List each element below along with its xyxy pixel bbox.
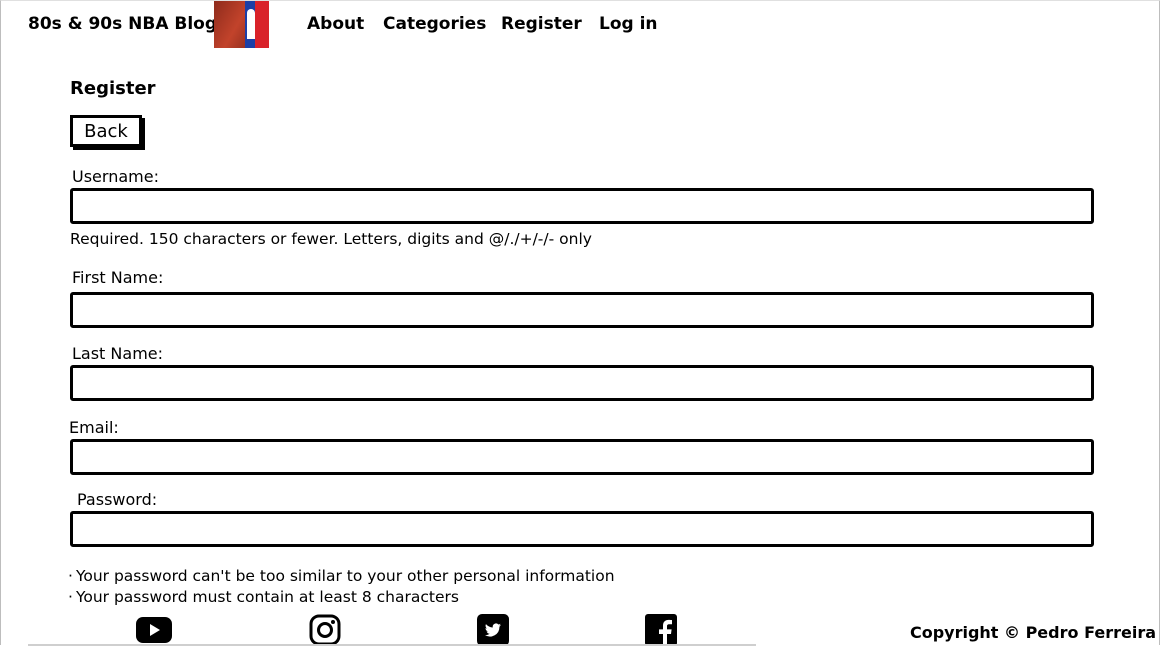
email-label: Email: bbox=[69, 418, 119, 437]
username-field[interactable] bbox=[70, 188, 1094, 224]
facebook-icon[interactable] bbox=[643, 614, 679, 646]
last-name-field[interactable] bbox=[70, 365, 1094, 401]
instagram-icon[interactable] bbox=[307, 614, 343, 646]
twitter-icon[interactable] bbox=[475, 614, 511, 646]
first-name-label: First Name: bbox=[72, 268, 164, 287]
password-field[interactable] bbox=[70, 511, 1094, 547]
password-label: Password: bbox=[77, 490, 158, 509]
brand-link[interactable]: 80s & 90s NBA Blog bbox=[28, 14, 217, 34]
last-name-label: Last Name: bbox=[72, 344, 164, 363]
password-rule: Your password can't be too similar to yo… bbox=[68, 566, 615, 587]
nav-about[interactable]: About bbox=[307, 14, 364, 34]
username-label: Username: bbox=[72, 167, 159, 186]
password-rule: Your password must contain at least 8 ch… bbox=[68, 587, 615, 608]
email-field[interactable] bbox=[70, 439, 1094, 475]
nba-logo[interactable] bbox=[214, 1, 269, 48]
nav-categories[interactable]: Categories bbox=[383, 14, 486, 34]
page-title: Register bbox=[70, 78, 156, 99]
nav-login[interactable]: Log in bbox=[599, 14, 658, 34]
copyright-text: Copyright © Pedro Ferreira bbox=[909, 623, 1156, 642]
navbar: 80s & 90s NBA Blog About Categories Regi… bbox=[0, 0, 1160, 50]
first-name-field[interactable] bbox=[70, 292, 1094, 328]
password-rules: Your password can't be too similar to yo… bbox=[68, 566, 615, 608]
username-helptext: Required. 150 characters or fewer. Lette… bbox=[70, 230, 592, 248]
nav-register[interactable]: Register bbox=[501, 14, 582, 34]
youtube-icon[interactable] bbox=[136, 614, 172, 646]
back-button[interactable]: Back bbox=[70, 115, 142, 147]
